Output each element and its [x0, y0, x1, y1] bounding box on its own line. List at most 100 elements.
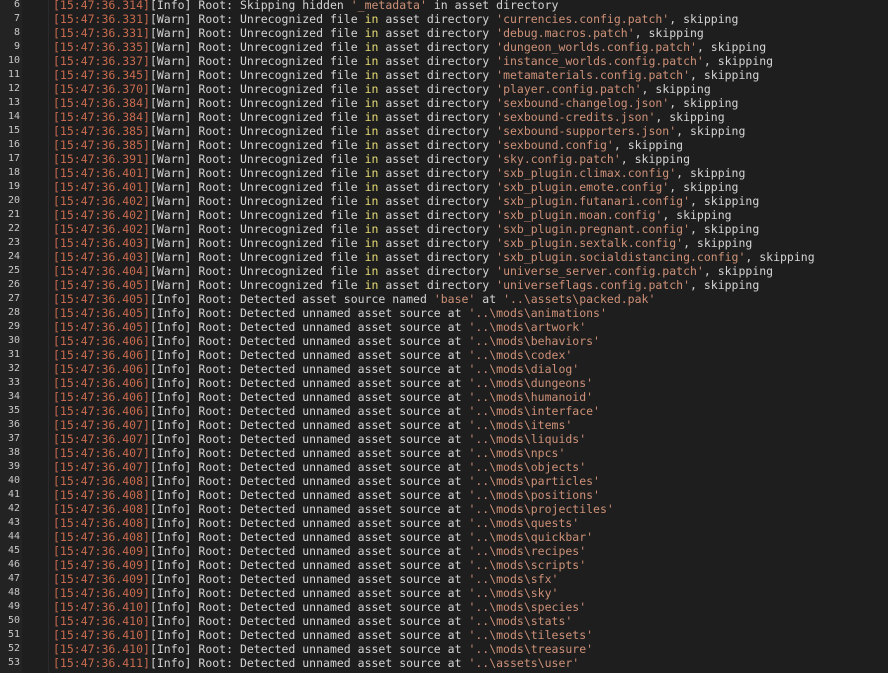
- log-timestamp: [15:47:36.404]: [53, 264, 150, 278]
- log-level: [Info]: [149, 516, 192, 530]
- log-line[interactable]: [15:47:36.410] [Info] Root: Detected unn…: [53, 600, 888, 614]
- log-message-text: asset directory: [378, 152, 497, 166]
- log-line[interactable]: [15:47:36.409] [Info] Root: Detected unn…: [53, 544, 888, 558]
- log-line[interactable]: [15:47:36.406] [Info] Root: Detected unn…: [53, 362, 888, 376]
- log-line[interactable]: [15:47:36.407] [Info] Root: Detected unn…: [53, 460, 888, 474]
- log-level: [Warn]: [149, 166, 192, 180]
- log-line[interactable]: [15:47:36.407] [Info] Root: Detected unn…: [53, 432, 888, 446]
- log-line[interactable]: [15:47:36.409] [Info] Root: Detected unn…: [53, 558, 888, 572]
- log-timestamp: [15:47:36.409]: [53, 558, 150, 572]
- log-string: '..\mods\quests': [468, 516, 580, 530]
- log-message-text: Root: Unrecognized file: [191, 278, 365, 292]
- log-string: '..\mods\quickbar': [468, 530, 594, 544]
- log-message-text: Root: Detected unnamed asset source at: [191, 446, 469, 460]
- log-line[interactable]: [15:47:36.405] [Info] Root: Detected unn…: [53, 306, 888, 320]
- log-string: 'universe_server.config.patch': [496, 264, 704, 278]
- log-timestamp: [15:47:36.411]: [53, 656, 150, 670]
- log-keyword: in: [364, 236, 379, 250]
- log-keyword: in: [364, 222, 379, 236]
- fold-strip: [22, 0, 49, 673]
- log-line[interactable]: [15:47:36.403] [Warn] Root: Unrecognized…: [53, 236, 888, 250]
- log-message-text: Root: Unrecognized file: [191, 124, 365, 138]
- log-string: '..\mods\sfx': [468, 572, 559, 586]
- log-timestamp: [15:47:36.410]: [53, 628, 150, 642]
- log-keyword: in: [364, 12, 379, 26]
- log-timestamp: [15:47:36.405]: [53, 278, 150, 292]
- log-message-text: Root: Unrecognized file: [191, 138, 365, 152]
- log-timestamp: [15:47:36.407]: [53, 446, 150, 460]
- log-line[interactable]: [15:47:36.385] [Warn] Root: Unrecognized…: [53, 124, 888, 138]
- log-line[interactable]: [15:47:36.406] [Info] Root: Detected unn…: [53, 334, 888, 348]
- log-line[interactable]: [15:47:36.408] [Info] Root: Detected unn…: [53, 474, 888, 488]
- log-line[interactable]: [15:47:36.331] [Warn] Root: Unrecognized…: [53, 12, 888, 26]
- log-string: '..\mods\artwork': [468, 320, 587, 334]
- log-line[interactable]: [15:47:36.407] [Info] Root: Detected unn…: [53, 418, 888, 432]
- log-line[interactable]: [15:47:36.409] [Info] Root: Detected unn…: [53, 572, 888, 586]
- log-timestamp: [15:47:36.410]: [53, 600, 150, 614]
- log-line[interactable]: [15:47:36.410] [Info] Root: Detected unn…: [53, 642, 888, 656]
- log-line[interactable]: [15:47:36.401] [Warn] Root: Unrecognized…: [53, 180, 888, 194]
- log-line[interactable]: [15:47:36.402] [Warn] Root: Unrecognized…: [53, 222, 888, 236]
- log-line[interactable]: [15:47:36.408] [Info] Root: Detected unn…: [53, 488, 888, 502]
- log-string: 'debug.macros.patch': [496, 26, 635, 40]
- log-line[interactable]: [15:47:36.406] [Info] Root: Detected unn…: [53, 348, 888, 362]
- log-message-text: Root: Unrecognized file: [191, 264, 365, 278]
- log-message-text: Root: Detected unnamed asset source at: [191, 600, 469, 614]
- line-number: 18: [7, 167, 20, 178]
- log-line[interactable]: [15:47:36.384] [Warn] Root: Unrecognized…: [53, 96, 888, 110]
- log-line[interactable]: [15:47:36.337] [Warn] Root: Unrecognized…: [53, 54, 888, 68]
- log-message-text: Root: Unrecognized file: [191, 180, 365, 194]
- log-message-text: Root: Detected unnamed asset source at: [191, 656, 469, 670]
- log-line[interactable]: [15:47:36.405] [Warn] Root: Unrecognized…: [53, 278, 888, 292]
- log-message-text: Root: Unrecognized file: [191, 96, 365, 110]
- log-message-text: Root: Detected unnamed asset source at: [191, 334, 469, 348]
- log-keyword: in: [364, 26, 379, 40]
- log-message-text: Root: Detected unnamed asset source at: [191, 642, 469, 656]
- log-message-text: asset directory: [378, 40, 497, 54]
- log-line[interactable]: [15:47:36.314] [Info] Root: Skipping hid…: [53, 0, 888, 12]
- log-editor[interactable]: 6 7 8 9 10 11 12 13 14 15 16 17 18 19 20 21 22 23 24 25 26 27…: [0, 0, 888, 673]
- log-line[interactable]: [15:47:36.391] [Warn] Root: Unrecognized…: [53, 152, 888, 166]
- log-timestamp: [15:47:36.407]: [53, 418, 150, 432]
- log-line[interactable]: [15:47:36.406] [Info] Root: Detected unn…: [53, 390, 888, 404]
- log-level: [Warn]: [149, 110, 192, 124]
- log-line[interactable]: [15:47:36.384] [Warn] Root: Unrecognized…: [53, 110, 888, 124]
- log-message-text: Root: Detected unnamed asset source at: [191, 628, 469, 642]
- log-timestamp: [15:47:36.402]: [53, 194, 150, 208]
- log-line[interactable]: [15:47:36.385] [Warn] Root: Unrecognized…: [53, 138, 888, 152]
- log-line[interactable]: [15:47:36.408] [Info] Root: Detected unn…: [53, 530, 888, 544]
- log-line[interactable]: [15:47:36.402] [Warn] Root: Unrecognized…: [53, 208, 888, 222]
- log-line[interactable]: [15:47:36.410] [Info] Root: Detected unn…: [53, 628, 888, 642]
- log-line[interactable]: [15:47:36.331] [Warn] Root: Unrecognized…: [53, 26, 888, 40]
- log-line[interactable]: [15:47:36.406] [Info] Root: Detected unn…: [53, 404, 888, 418]
- log-string: '..\mods\stats': [468, 614, 573, 628]
- log-line[interactable]: [15:47:36.410] [Info] Root: Detected unn…: [53, 614, 888, 628]
- log-line[interactable]: [15:47:36.403] [Warn] Root: Unrecognized…: [53, 250, 888, 264]
- log-line[interactable]: [15:47:36.406] [Info] Root: Detected unn…: [53, 376, 888, 390]
- log-timestamp: [15:47:36.408]: [53, 502, 150, 516]
- log-line[interactable]: [15:47:36.409] [Info] Root: Detected unn…: [53, 586, 888, 600]
- log-message-text: , skipping: [690, 222, 760, 236]
- line-number: 20: [7, 195, 20, 206]
- log-line[interactable]: [15:47:36.370] [Warn] Root: Unrecognized…: [53, 82, 888, 96]
- log-line[interactable]: [15:47:36.408] [Info] Root: Detected unn…: [53, 516, 888, 530]
- log-line[interactable]: [15:47:36.408] [Info] Root: Detected unn…: [53, 502, 888, 516]
- log-line[interactable]: [15:47:36.335] [Warn] Root: Unrecognized…: [53, 40, 888, 54]
- line-number: 27: [7, 293, 20, 304]
- log-line[interactable]: [15:47:36.401] [Warn] Root: Unrecognized…: [53, 166, 888, 180]
- log-timestamp: [15:47:36.402]: [53, 222, 150, 236]
- log-line[interactable]: [15:47:36.405] [Info] Root: Detected ass…: [53, 292, 888, 306]
- log-string: '..\mods\humanoid': [468, 390, 594, 404]
- log-level: [Info]: [149, 292, 192, 306]
- log-level: [Info]: [149, 572, 192, 586]
- log-line[interactable]: [15:47:36.407] [Info] Root: Detected unn…: [53, 446, 888, 460]
- log-line[interactable]: [15:47:36.345] [Warn] Root: Unrecognized…: [53, 68, 888, 82]
- log-level: [Info]: [149, 642, 192, 656]
- line-number: 42: [7, 503, 20, 514]
- log-line[interactable]: [15:47:36.405] [Info] Root: Detected unn…: [53, 320, 888, 334]
- log-line[interactable]: [15:47:36.402] [Warn] Root: Unrecognized…: [53, 194, 888, 208]
- log-line[interactable]: [15:47:36.411] [Info] Root: Detected unn…: [53, 656, 888, 670]
- log-content[interactable]: [15:47:36.314] [Info] Root: Skipping hid…: [49, 0, 888, 671]
- log-line[interactable]: [15:47:36.404] [Warn] Root: Unrecognized…: [53, 264, 888, 278]
- log-message-text: asset directory: [378, 54, 497, 68]
